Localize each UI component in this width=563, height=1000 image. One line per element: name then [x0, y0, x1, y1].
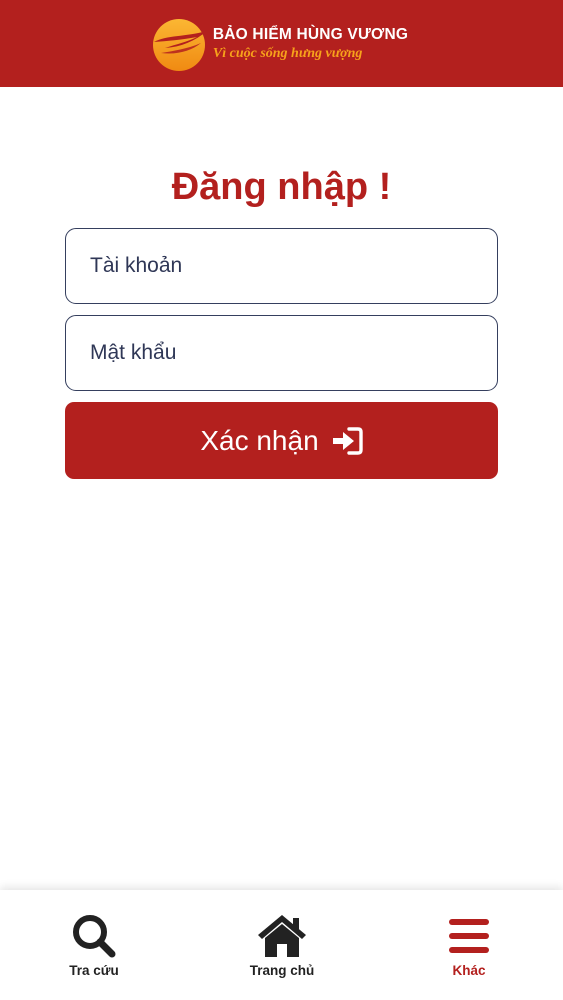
nav-label-home: Trang chủ [249, 963, 315, 978]
sign-in-icon [332, 426, 363, 455]
bottom-nav: Tra cứu Trang chủ Khác [0, 890, 563, 1000]
submit-button[interactable]: Xác nhận [65, 402, 498, 479]
brand-slogan: Vì cuộc sống hưng vượng [212, 46, 363, 61]
login-page: BẢO HIỂM HÙNG VƯƠNG Vì cuộc sống hưng vư… [0, 0, 563, 1000]
nav-item-search[interactable]: Tra cứu [44, 890, 144, 1000]
password-input[interactable] [65, 315, 498, 391]
page-title: Đăng nhập ! [171, 166, 392, 208]
username-input[interactable] [65, 228, 498, 304]
app-header: BẢO HIỂM HÙNG VƯƠNG Vì cuộc sống hưng vư… [0, 0, 563, 87]
nav-item-home[interactable]: Trang chủ [232, 890, 332, 1000]
nav-label-more: Khác [452, 963, 486, 978]
brand-logo[interactable]: BẢO HIỂM HÙNG VƯƠNG Vì cuộc sống hưng vư… [151, 15, 408, 73]
home-icon [258, 915, 306, 957]
menu-icon [449, 919, 489, 953]
nav-label-search: Tra cứu [69, 963, 119, 978]
search-icon [73, 915, 116, 958]
sun-bird-logo-icon [152, 18, 207, 71]
nav-item-more[interactable]: Khác [419, 890, 519, 1000]
brand-name: BẢO HIỂM HÙNG VƯƠNG [212, 26, 409, 43]
submit-button-label: Xác nhận [200, 424, 319, 456]
